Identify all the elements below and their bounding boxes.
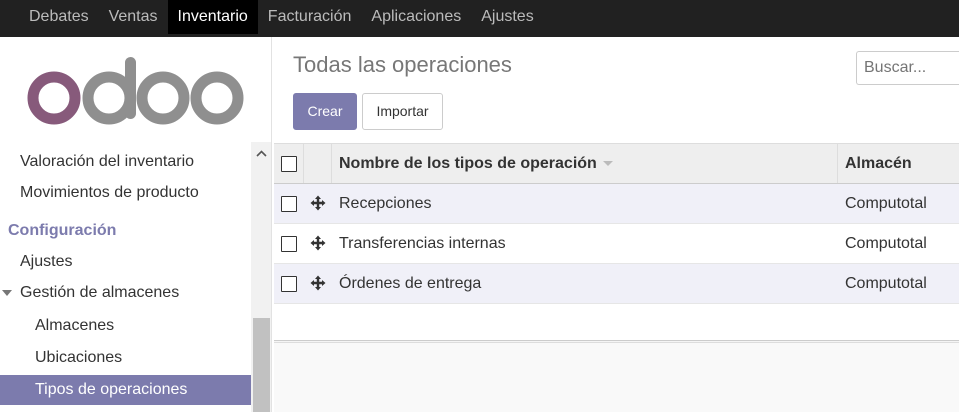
warehouse-name: Computotal bbox=[845, 235, 927, 252]
menu-facturacion[interactable]: Facturación bbox=[258, 0, 362, 34]
import-button[interactable]: Importar bbox=[362, 93, 443, 130]
sidebar: odoo Valoración del inventario Movimient… bbox=[0, 37, 272, 412]
menu-aplicaciones[interactable]: Aplicaciones bbox=[361, 0, 471, 34]
content-background bbox=[274, 343, 959, 412]
scrollbar-thumb[interactable] bbox=[253, 318, 270, 412]
warehouse-name: Computotal bbox=[845, 195, 927, 212]
app-menu: Debates Ventas Inventario Facturación Ap… bbox=[0, 0, 959, 34]
column-header-warehouse[interactable]: Almacén bbox=[845, 144, 912, 184]
column-divider bbox=[303, 144, 304, 183]
menu-debates[interactable]: Debates bbox=[19, 0, 99, 34]
create-button[interactable]: Crear bbox=[293, 93, 357, 130]
row-checkbox[interactable] bbox=[281, 236, 297, 252]
sidebar-section-configuracion: Configuración bbox=[8, 222, 117, 239]
column-header-name[interactable]: Nombre de los tipos de operación bbox=[339, 144, 613, 184]
sort-caret-icon bbox=[602, 161, 613, 167]
search-input[interactable] bbox=[856, 51, 959, 85]
table-row[interactable]: Órdenes de entrega Computotal bbox=[274, 264, 959, 304]
table-row[interactable]: Recepciones Computotal bbox=[274, 184, 959, 224]
operations-table: Nombre de los tipos de operación Almacén… bbox=[274, 143, 959, 304]
menu-ajustes[interactable]: Ajustes bbox=[471, 0, 543, 34]
drag-handle-icon[interactable] bbox=[310, 235, 326, 251]
menu-inventario[interactable]: Inventario bbox=[167, 0, 258, 34]
sidebar-item-ubicaciones[interactable]: Ubicaciones bbox=[0, 343, 251, 373]
sidebar-item-ajustes[interactable]: Ajustes bbox=[0, 247, 251, 277]
top-navbar: Debates Ventas Inventario Facturación Ap… bbox=[0, 0, 959, 37]
menu-ventas[interactable]: Ventas bbox=[99, 0, 168, 34]
sidebar-item-movimientos[interactable]: Movimientos de producto bbox=[0, 178, 251, 208]
sidebar-scrollbar[interactable] bbox=[251, 142, 271, 412]
row-checkbox[interactable] bbox=[281, 196, 297, 212]
column-divider bbox=[837, 144, 838, 183]
select-all-checkbox[interactable] bbox=[281, 156, 297, 172]
sidebar-item-almacenes[interactable]: Almacenes bbox=[0, 311, 251, 341]
operation-name: Transferencias internas bbox=[339, 235, 506, 252]
row-checkbox[interactable] bbox=[281, 276, 297, 292]
scroll-up-icon[interactable] bbox=[256, 150, 267, 157]
column-divider bbox=[331, 144, 332, 183]
table-header: Nombre de los tipos de operación Almacén bbox=[274, 143, 959, 184]
warehouse-name: Computotal bbox=[845, 275, 927, 292]
odoo-logo: odoo bbox=[27, 57, 244, 125]
operation-name: Órdenes de entrega bbox=[339, 275, 482, 292]
table-row[interactable]: Transferencias internas Computotal bbox=[274, 224, 959, 264]
drag-handle-icon[interactable] bbox=[310, 195, 326, 211]
page-title: Todas las operaciones bbox=[293, 52, 512, 77]
drag-handle-icon[interactable] bbox=[310, 275, 326, 291]
sidebar-item-valoracion[interactable]: Valoración del inventario bbox=[0, 147, 251, 177]
sidebar-item-tipos-operaciones[interactable]: Tipos de operaciones bbox=[0, 375, 251, 405]
operation-name: Recepciones bbox=[339, 195, 432, 212]
caret-down-icon bbox=[2, 290, 12, 296]
sidebar-item-label: Gestión de almacenes bbox=[20, 284, 180, 301]
column-header-label: Nombre de los tipos de operación bbox=[339, 155, 597, 172]
sidebar-item-gestion-almacenes[interactable]: Gestión de almacenes bbox=[0, 278, 251, 308]
